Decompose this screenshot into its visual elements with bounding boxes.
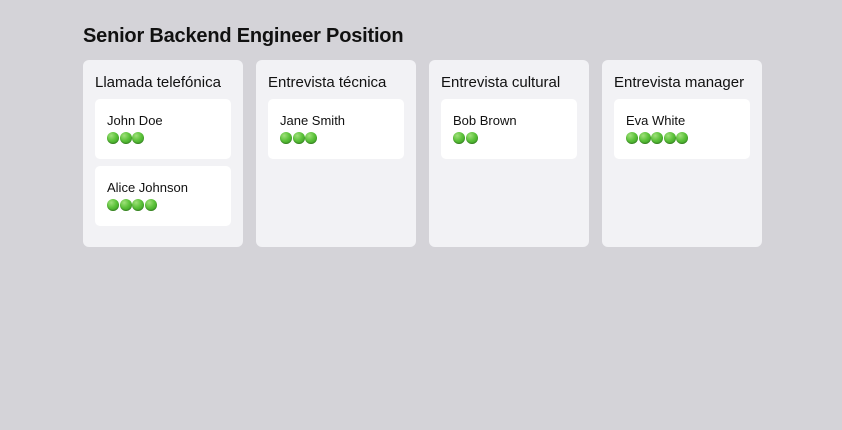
column-title: Entrevista cultural: [441, 74, 561, 91]
card-list: Jane Smith: [268, 99, 404, 159]
green-circle-icon: [119, 132, 132, 144]
green-circle-icon: [144, 199, 157, 211]
rating: [280, 132, 392, 145]
column-title: Entrevista técnica: [268, 74, 387, 91]
column-entrevista-cultural: Entrevista cultural Bob Brown: [429, 60, 589, 247]
candidate-card[interactable]: Jane Smith: [268, 99, 404, 159]
kanban-board: Llamada telefónica John Doe Alice Johnso…: [83, 60, 762, 247]
green-circle-icon: [676, 132, 688, 144]
column-entrevista-manager: Entrevista manager Eva White: [602, 60, 762, 247]
green-circle-icon: [305, 132, 317, 144]
column-title: Llamada telefónica: [95, 74, 221, 91]
candidate-card[interactable]: Alice Johnson: [95, 166, 231, 226]
green-circle-icon: [280, 132, 292, 144]
candidate-name: Alice Johnson: [107, 180, 188, 195]
green-circle-icon: [651, 132, 663, 144]
rating: [626, 132, 738, 145]
page-title: Senior Backend Engineer Position: [83, 25, 404, 47]
card-list: Bob Brown: [441, 99, 577, 159]
candidate-name: Jane Smith: [280, 113, 346, 128]
green-circle-icon: [663, 132, 676, 144]
green-circle-icon: [453, 132, 465, 144]
candidate-card[interactable]: Bob Brown: [441, 99, 577, 159]
candidate-card[interactable]: Eva White: [614, 99, 750, 159]
column-title: Entrevista manager: [614, 74, 745, 91]
rating: [107, 199, 219, 212]
column-llamada-telefonica: Llamada telefónica John Doe Alice Johnso…: [83, 60, 243, 247]
card-list: John Doe Alice Johnson: [95, 99, 231, 226]
candidate-card[interactable]: John Doe: [95, 99, 231, 159]
green-circle-icon: [626, 132, 638, 144]
green-circle-icon: [119, 199, 132, 211]
green-circle-icon: [107, 199, 119, 211]
rating: [107, 132, 219, 145]
column-entrevista-tecnica: Entrevista técnica Jane Smith: [256, 60, 416, 247]
green-circle-icon: [132, 132, 144, 144]
green-circle-icon: [465, 132, 478, 144]
card-list: Eva White: [614, 99, 750, 159]
green-circle-icon: [107, 132, 119, 144]
green-circle-icon: [132, 199, 144, 211]
candidate-name: John Doe: [107, 113, 163, 128]
green-circle-icon: [638, 132, 651, 144]
candidate-name: Eva White: [626, 113, 686, 128]
green-circle-icon: [292, 132, 305, 144]
candidate-name: Bob Brown: [453, 113, 517, 128]
rating: [453, 132, 565, 145]
